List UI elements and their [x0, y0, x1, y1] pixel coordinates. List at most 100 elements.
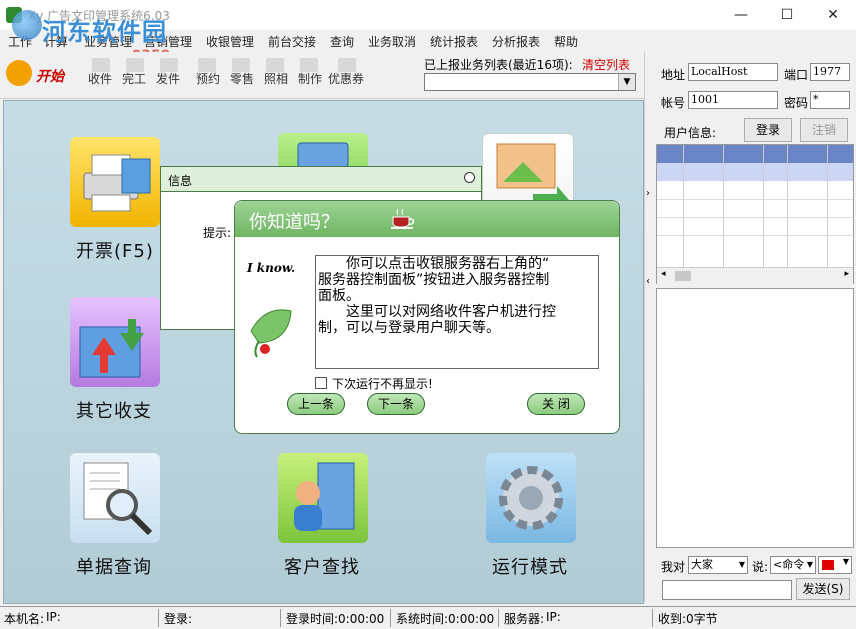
info-window-close-icon[interactable] [464, 172, 475, 183]
watermark-name: 河东软件园 [42, 18, 167, 46]
coupon-button[interactable]: 优惠券 [328, 70, 364, 87]
watermark-logo [12, 10, 42, 40]
run-mode-tile[interactable] [486, 453, 576, 543]
menu-cashier[interactable]: 收银管理 [206, 33, 254, 50]
status-divider [158, 609, 159, 627]
magnifier-document-icon [83, 462, 153, 536]
command-select[interactable]: <命令 ▼ [770, 556, 816, 574]
other-income-tile[interactable] [70, 297, 160, 387]
tip-content: 你可以点击收银服务器右上角的“ 服务器控制面板”按钮进入服务器控制 面板。 这里… [315, 255, 599, 369]
grid-col-line [723, 145, 724, 267]
local-name-label: 本机名: [4, 612, 45, 626]
grid-row-line [657, 217, 853, 218]
photo-button[interactable]: 照相 [264, 70, 288, 87]
recipient-select[interactable]: 大家 ▼ [688, 556, 748, 574]
address-field[interactable]: LocalHost [688, 63, 778, 81]
address-label: 地址 [661, 68, 686, 82]
prev-tip-button[interactable]: 上一条 [287, 393, 345, 415]
receipt-query-label: 单据查询 [76, 557, 152, 578]
command-value: <命令 [773, 558, 805, 571]
local-ip-label: IP: [46, 610, 61, 624]
send-message-button[interactable]: 发送(S) [796, 578, 850, 600]
send-button[interactable]: 发件 [156, 70, 180, 87]
receipt-query-tile[interactable] [70, 453, 160, 543]
chevron-right-icon[interactable]: › [646, 188, 650, 199]
scroll-left-icon[interactable]: ◂ [661, 269, 666, 279]
clear-list-link[interactable]: 清空列表 [582, 56, 630, 73]
port-label: 端口 [784, 68, 809, 82]
start-button[interactable]: 开始 [6, 58, 76, 88]
transfer-arrows-icon [79, 319, 144, 378]
status-divider [390, 609, 391, 627]
scroll-thumb[interactable] [675, 271, 691, 281]
other-income-label: 其它收支 [76, 401, 152, 422]
running-man-icon [6, 60, 32, 86]
horizontal-scrollbar[interactable]: ◂ ▸ [657, 267, 853, 284]
start-label: 开始 [36, 69, 64, 85]
password-field[interactable]: * [810, 91, 850, 109]
password-label: 密码 [784, 96, 809, 110]
i-know-label: I know. [247, 261, 296, 275]
reported-list-select[interactable]: ▼ [424, 73, 636, 91]
menu-help[interactable]: 帮助 [554, 33, 578, 50]
system-time-label: 系统时间:0:00:00 [396, 612, 495, 626]
checkbox-box[interactable] [315, 377, 327, 389]
chevron-left-icon[interactable]: ‹ [646, 276, 650, 287]
status-divider [652, 609, 653, 627]
invoice-tile[interactable] [70, 137, 160, 227]
retail-button[interactable]: 零售 [230, 70, 254, 87]
maximize-button[interactable]: ☐ [764, 0, 810, 30]
close-button[interactable]: ✕ [810, 0, 856, 30]
login-time-label: 登录时间:0:00:00 [286, 612, 385, 626]
user-info-label: 用户信息: [664, 126, 717, 140]
grid-header [657, 145, 853, 163]
invoice-label: 开票(F5) [76, 241, 154, 262]
menu-handover[interactable]: 前台交接 [268, 33, 316, 50]
color-picker[interactable]: ▼ [818, 556, 852, 574]
recipient-value: 大家 [691, 558, 713, 571]
status-bar: 本机名: IP: 登录: 登录时间:0:00:00 系统时间:0:00:00 服… [0, 606, 856, 629]
close-tip-button[interactable]: 关 闭 [527, 393, 585, 415]
port-field[interactable]: 1977 [810, 63, 850, 81]
receive-button[interactable]: 收件 [88, 70, 112, 87]
menu-query[interactable]: 查询 [330, 33, 354, 50]
menu-analysis[interactable]: 分析报表 [492, 33, 540, 50]
message-input[interactable] [662, 580, 792, 600]
chevron-down-icon: ▼ [842, 557, 849, 566]
menu-stats[interactable]: 统计报表 [430, 33, 478, 50]
tip-line-2: 服务器控制面板”按钮进入服务器控制 [318, 272, 550, 288]
grid-col-line [787, 145, 788, 267]
run-mode-label: 运行模式 [492, 557, 568, 578]
tip-line-4: 这里可以对网络收件客户机进行控 [318, 304, 556, 320]
color-swatch [822, 560, 834, 570]
server-ip-label: IP: [546, 610, 561, 624]
received-bytes-label: 收到:0字节 [658, 612, 718, 626]
chat-message-area[interactable] [656, 288, 854, 548]
complete-button[interactable]: 完工 [122, 70, 146, 87]
gear-icon [499, 466, 563, 530]
next-tip-button[interactable]: 下一条 [367, 393, 425, 415]
user-grid[interactable]: ◂ ▸ [656, 144, 854, 284]
printer-icon [83, 154, 151, 212]
login-button[interactable]: 登录 [744, 118, 792, 142]
make-button[interactable]: 制作 [298, 70, 322, 87]
account-label: 帐号 [661, 96, 686, 110]
account-field[interactable]: 1001 [688, 91, 778, 109]
menu-cancel[interactable]: 业务取消 [368, 33, 416, 50]
tip-dialog: 你知道吗？ I know. 你可以点击收银服务器右上角的“ 服务器控制面板”按钮… [234, 200, 620, 434]
info-prompt-label: 提示: [203, 226, 232, 240]
scroll-right-icon[interactable]: ▸ [844, 269, 849, 279]
grid-col-line [827, 145, 828, 267]
customer-find-tile[interactable] [278, 453, 368, 543]
minimize-button[interactable]: — [718, 0, 764, 30]
grid-col-line [763, 145, 764, 267]
dont-show-checkbox[interactable]: 下次运行不再显示! [315, 375, 433, 392]
grid-selected-row[interactable] [657, 163, 853, 181]
teacup-icon [391, 208, 415, 229]
status-divider [280, 609, 281, 627]
tip-dialog-header: 你知道吗？ [235, 201, 619, 237]
logout-button[interactable]: 注销 [800, 118, 848, 142]
panel-splitter[interactable]: › ‹ [644, 52, 655, 602]
tip-line-3: 面板。 [318, 288, 360, 304]
reserve-button[interactable]: 预约 [196, 70, 220, 87]
